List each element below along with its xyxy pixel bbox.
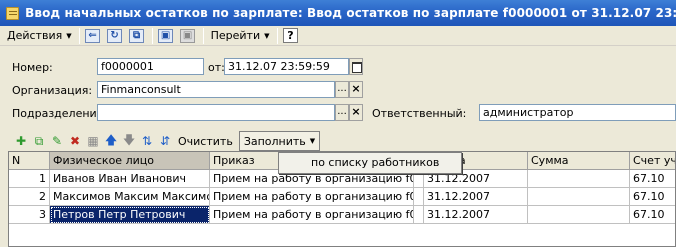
edit-row-icon[interactable]: ✎ [48, 132, 66, 150]
toolbar-separator [202, 27, 204, 44]
division-select-button[interactable]: ... [335, 104, 349, 121]
sort-asc-icon[interactable]: ⇅ [138, 132, 156, 150]
chevron-down-icon: ▼ [66, 31, 72, 40]
move-down-icon[interactable]: 🡇 [120, 132, 138, 150]
person-cell[interactable]: Иванов Иван Иванович [50, 170, 210, 188]
copy-button[interactable]: ⧉ [127, 27, 147, 45]
date-field[interactable]: 31.12.07 23:59:59 [224, 58, 349, 75]
toolbar-separator [78, 27, 80, 44]
column-header-account[interactable]: Счет учет [630, 152, 675, 170]
chevron-down-icon: ▼ [264, 31, 270, 40]
responsible-label: Ответственный: [372, 107, 467, 120]
refresh-button[interactable]: ↻ [105, 27, 125, 45]
document-icon [6, 6, 20, 20]
person-cell-selected[interactable]: Петров Петр Петрович [50, 206, 210, 224]
division-field[interactable] [97, 104, 335, 121]
blank-cell [414, 188, 424, 206]
help-button[interactable]: ? [281, 27, 301, 45]
sum-cell[interactable] [528, 188, 630, 206]
add-row-icon[interactable]: ✚ [12, 132, 30, 150]
copy-row-icon[interactable]: ⧉ [30, 132, 48, 150]
refresh-icon: ↻ [107, 28, 123, 43]
date-cell[interactable]: 31.12.2007 [424, 206, 528, 224]
toolbar-separator [151, 27, 153, 44]
row-number: 3 [9, 206, 50, 224]
column-header-sum[interactable]: Сумма [528, 152, 630, 170]
column-header-person[interactable]: Физическое лицо [50, 152, 210, 170]
actions-menu[interactable]: Действия ▼ [3, 27, 76, 45]
number-field[interactable]: f0000001 [97, 58, 204, 75]
order-cell[interactable]: Прием на работу в организацию f000... [210, 188, 414, 206]
post-icon: ▣ [158, 28, 174, 43]
row-number: 2 [9, 188, 50, 206]
fill-dropdown-menu: по списку работников [278, 152, 462, 174]
organization-select-button[interactable]: ... [335, 81, 349, 98]
order-cell[interactable]: Прием на работу в организацию f000... [210, 206, 414, 224]
calendar-icon[interactable] [349, 58, 363, 75]
help-icon: ? [283, 28, 298, 43]
sum-cell[interactable] [528, 206, 630, 224]
goto-menu[interactable]: Перейти ▼ [207, 27, 274, 45]
table-row[interactable]: 2 Максимов Максим Максимо... Прием на ра… [9, 188, 675, 206]
organization-clear-button[interactable]: × [349, 81, 363, 98]
date-cell[interactable]: 31.12.2007 [424, 188, 528, 206]
actions-menu-label: Действия [7, 29, 63, 42]
row-number: 1 [9, 170, 50, 188]
chevron-down-icon: ▼ [309, 137, 316, 145]
window-titlebar: Ввод начальных остатков по зарплате: Вво… [0, 0, 676, 26]
delete-row-icon[interactable]: ✖ [66, 132, 84, 150]
copy-icon: ⧉ [129, 28, 145, 43]
goto-menu-label: Перейти [210, 29, 261, 42]
fill-button-label: Заполнить [243, 134, 306, 148]
sum-cell[interactable] [528, 170, 630, 188]
number-label: Номер: [12, 61, 53, 74]
fill-by-employee-list-item[interactable]: по списку работников [311, 156, 439, 169]
fill-button[interactable]: Заполнить ▼ [238, 131, 321, 151]
move-up-icon[interactable]: 🡅 [102, 132, 120, 150]
responsible-field[interactable]: администратор [479, 104, 676, 121]
post-button[interactable]: ▣ [156, 27, 176, 45]
column-header-n[interactable]: N [9, 152, 50, 170]
toolbar-separator [276, 27, 278, 44]
organization-field[interactable]: Finmanconsult [97, 81, 335, 98]
end-edit-icon[interactable]: ▦ [84, 132, 102, 150]
division-clear-button[interactable]: × [349, 104, 363, 121]
window-title: Ввод начальных остатков по зарплате: Вво… [25, 6, 676, 20]
prev-doc-button[interactable]: ⇐ [83, 27, 103, 45]
person-cell[interactable]: Максимов Максим Максимо... [50, 188, 210, 206]
blank-cell [414, 206, 424, 224]
account-cell[interactable]: 67.10 [630, 170, 675, 188]
division-label: Подразделение: [12, 107, 108, 120]
unpost-button[interactable]: ▣ [178, 27, 198, 45]
arrow-left-icon: ⇐ [85, 28, 101, 43]
sort-desc-icon[interactable]: ⇵ [156, 132, 174, 150]
table-toolbar: ✚ ⧉ ✎ ✖ ▦ 🡅 🡇 ⇅ ⇵ Очистить Заполнить ▼ [12, 131, 321, 151]
account-cell[interactable]: 67.10 [630, 206, 675, 224]
table-row[interactable]: 3 Петров Петр Петрович Прием на работу в… [9, 206, 675, 224]
date-label: от: [208, 61, 225, 74]
main-toolbar: Действия ▼ ⇐ ↻ ⧉ ▣ ▣ Перейти ▼ ? [0, 26, 676, 46]
clear-button[interactable]: Очистить [178, 135, 233, 148]
unpost-icon: ▣ [180, 28, 196, 43]
organization-label: Организация: [12, 84, 93, 97]
account-cell[interactable]: 67.10 [630, 188, 675, 206]
